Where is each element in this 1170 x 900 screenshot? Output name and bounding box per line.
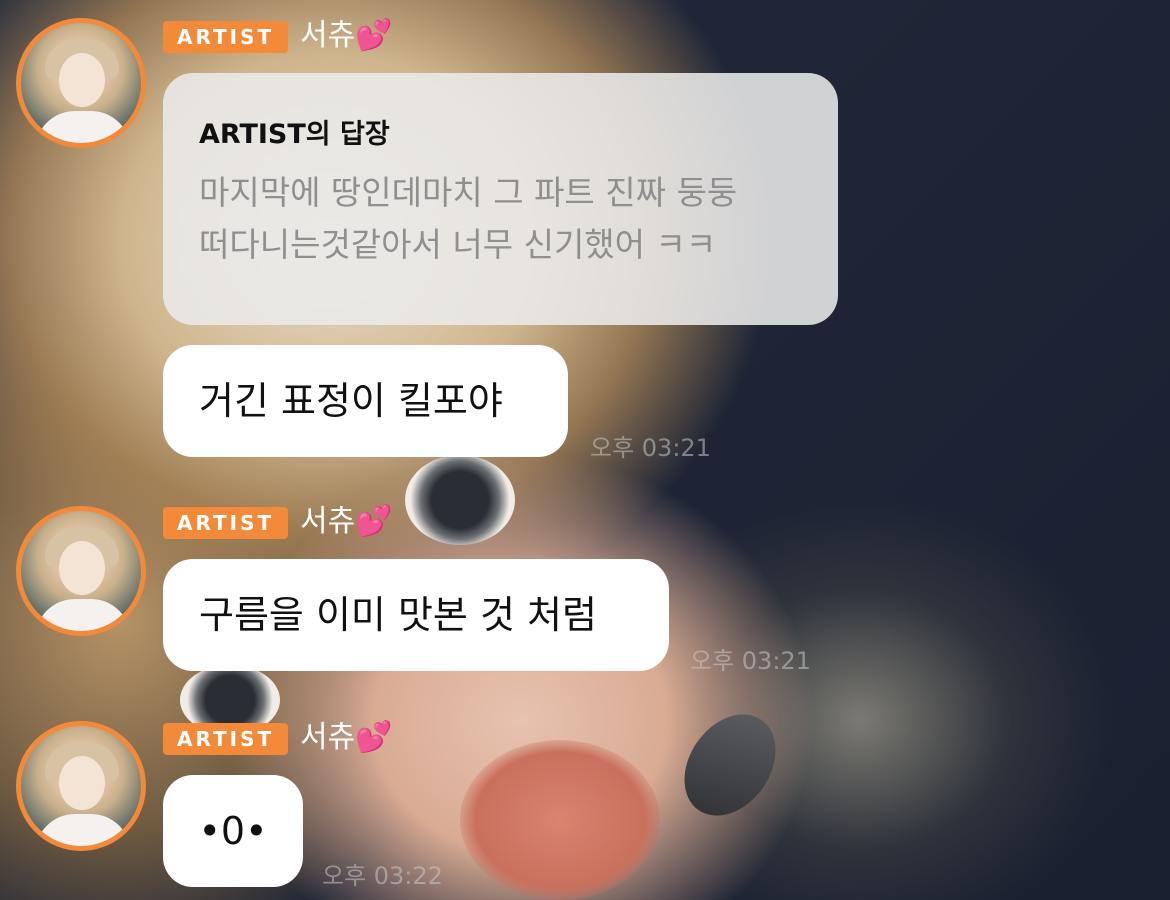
avatar-face bbox=[59, 756, 105, 810]
avatar[interactable] bbox=[16, 506, 146, 636]
avatar-face bbox=[59, 541, 105, 595]
message-bubble[interactable]: •0• bbox=[163, 775, 303, 887]
message-time: 오후 03:22 bbox=[322, 862, 443, 890]
avatar-shirt bbox=[35, 814, 131, 846]
message-time: 오후 03:21 bbox=[590, 434, 711, 462]
message-time: 오후 03:21 bbox=[690, 647, 811, 675]
photo-nail bbox=[665, 697, 795, 833]
reply-title: ARTIST의 답장 bbox=[199, 119, 390, 150]
avatar[interactable] bbox=[16, 18, 146, 148]
reply-text-line-1: 마지막에 땅인데마치 그 파트 진짜 둥둥 bbox=[199, 173, 738, 212]
photo-eye-left bbox=[405, 455, 515, 545]
artist-badge: ARTIST bbox=[163, 723, 289, 755]
sender-name[interactable]: 서츄💕 bbox=[300, 504, 393, 540]
message-bubble[interactable]: 구름을 이미 맛본 것 처럼 bbox=[163, 559, 669, 671]
avatar-shirt bbox=[35, 111, 131, 143]
sender-name[interactable]: 서츄💕 bbox=[300, 720, 393, 756]
avatar-shirt bbox=[35, 599, 131, 631]
message-bubble[interactable]: 거긴 표정이 킬포야 bbox=[163, 345, 568, 457]
artist-badge: ARTIST bbox=[163, 21, 289, 53]
reply-text-line-2: 떠다니는것같아서 너무 신기했어 ㅋㅋ bbox=[199, 225, 717, 264]
sender-name[interactable]: 서츄💕 bbox=[300, 18, 393, 54]
avatar-face bbox=[59, 53, 105, 107]
reply-quote-bubble[interactable]: ARTIST의 답장 마지막에 땅인데마치 그 파트 진짜 둥둥 떠다니는것같아… bbox=[163, 73, 838, 325]
artist-badge: ARTIST bbox=[163, 507, 289, 539]
photo-lips bbox=[460, 740, 660, 900]
avatar[interactable] bbox=[16, 721, 146, 851]
